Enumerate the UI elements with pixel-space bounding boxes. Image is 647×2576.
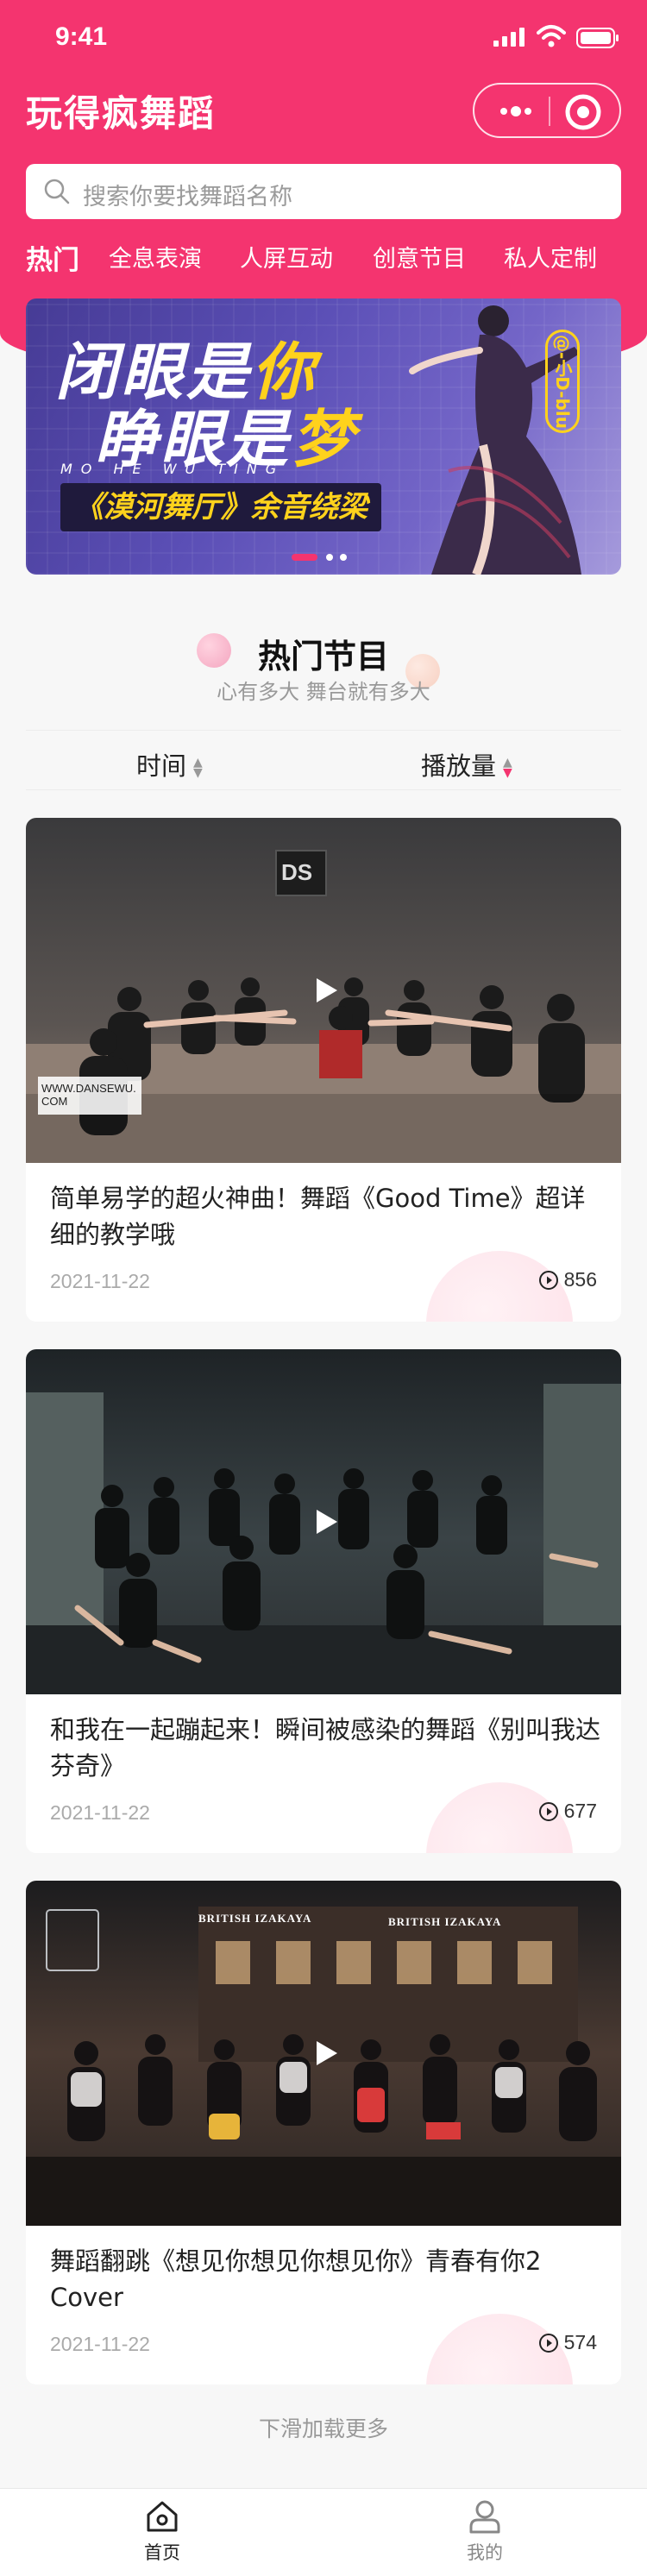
banner-tagline: 《漠河舞厅》余音绕梁 [60,483,381,531]
app-title: 玩得疯舞蹈 [26,92,217,135]
tab-interactive[interactable]: 人屏互动 [240,240,333,273]
search-bar[interactable]: 搜索你要找舞蹈名称 [26,164,621,219]
tab-creative[interactable]: 创意节目 [373,240,466,273]
user-icon [469,2500,500,2534]
close-target-icon[interactable] [564,93,602,131]
sort-plays[interactable]: 播放量 ▲ ▼ [421,746,512,782]
play-icon[interactable] [310,2038,341,2069]
play-count: 856 [538,1268,597,1291]
video-card[interactable]: BRITISH IZAKAYA BRITISH IZAKAYA 舞蹈翻跳《想见你… [26,1881,621,2384]
category-tabs: 热门 全息表演 人屏互动 创意节目 私人定制 [26,240,630,281]
more-icon[interactable] [492,98,540,124]
tab-custom[interactable]: 私人定制 [504,240,597,273]
carousel-dots [292,554,361,562]
tabbar-me-label: 我的 [467,2542,503,2563]
play-count: 677 [538,1800,597,1823]
video-card[interactable]: WWW.DANSEWU.COM DS 简单易学的超火神曲！舞蹈《Good Tim… [26,818,621,1322]
play-icon[interactable] [310,975,341,1006]
status-time: 9:41 [55,22,108,51]
play-circle-icon [538,1271,558,1290]
tabbar-home[interactable]: 首页 [110,2497,214,2565]
video-thumbnail[interactable]: WWW.DANSEWU.COM DS [26,818,621,1163]
carousel-dot[interactable] [340,554,347,561]
tabbar-home-label: 首页 [144,2542,180,2563]
mini-program-capsule [473,83,621,138]
section-header: 热门节目 心有多大 舞台就有多大 [0,621,647,716]
section-subtitle: 心有多大 舞台就有多大 [217,680,430,704]
search-icon [44,179,70,204]
play-circle-icon [538,2334,558,2353]
video-date: 2021-11-22 [50,1801,150,1824]
play-icon[interactable] [310,1506,341,1537]
sort-bar: 时间 ▲ ▼ 播放量 ▲ ▼ [26,730,621,790]
play-count-value: 574 [563,2331,597,2353]
carousel-dot[interactable] [326,554,333,561]
video-thumbnail[interactable]: BRITISH IZAKAYA BRITISH IZAKAYA [26,1881,621,2226]
tabbar-me[interactable]: 我的 [433,2497,537,2565]
video-title: 简单易学的超火神曲！舞蹈《Good Time》超详细的教学哦 [50,1184,586,1249]
studio-watermark: WWW.DANSEWU.COM [41,1082,136,1108]
video-title: 舞蹈翻跳《想见你想见你想见你》青春有你2 Cover [50,2246,542,2312]
bottom-tab-bar: 首页 我的 [0,2488,647,2576]
shop-sign: BRITISH IZAKAYA [198,1912,312,1925]
status-bar: 9:41 [0,0,647,76]
video-thumbnail[interactable] [26,1349,621,1694]
banner-subtitle: MO HE WU TING [60,461,286,477]
play-count-value: 677 [563,1800,597,1822]
sort-plays-label: 播放量 [421,751,497,781]
banner-handle: @-小D-blu [545,330,580,433]
play-count-value: 856 [563,1268,597,1291]
signal-icon [493,28,525,47]
sort-time[interactable]: 时间 ▲ ▼ [136,746,203,782]
play-circle-icon [538,1802,558,1821]
tab-holographic[interactable]: 全息表演 [109,240,202,273]
carousel-dot-active[interactable] [292,554,317,561]
section-title: 热门节目 [257,638,389,675]
home-icon [147,2501,178,2532]
capsule-divider [549,97,550,126]
banner-carousel[interactable]: 闭眼是你 睁眼是梦 MO HE WU TING 《漠河舞厅》余音绕梁 @-小D-… [26,298,621,575]
video-title: 和我在一起蹦起来！瞬间被感染的舞蹈《别叫我达芬奇》 [50,1715,601,1781]
studio-sign: DS [281,859,313,885]
battery-icon [576,28,619,48]
search-input[interactable]: 搜索你要找舞蹈名称 [83,178,292,211]
video-date: 2021-11-22 [50,1270,150,1292]
sort-arrows-icon: ▲ ▼ [503,756,512,780]
play-count: 574 [538,2331,597,2354]
video-date: 2021-11-22 [50,2333,150,2355]
wifi-icon [537,25,566,47]
load-more-hint: 下滑加载更多 [258,2416,388,2441]
sort-arrows-icon: ▲ ▼ [193,756,203,780]
sort-time-label: 时间 [136,751,187,781]
video-card[interactable]: 和我在一起蹦起来！瞬间被感染的舞蹈《别叫我达芬奇》 2021-11-22 677 [26,1349,621,1853]
tab-hot[interactable]: 热门 [26,238,79,277]
shop-sign: BRITISH IZAKAYA [388,1915,502,1928]
